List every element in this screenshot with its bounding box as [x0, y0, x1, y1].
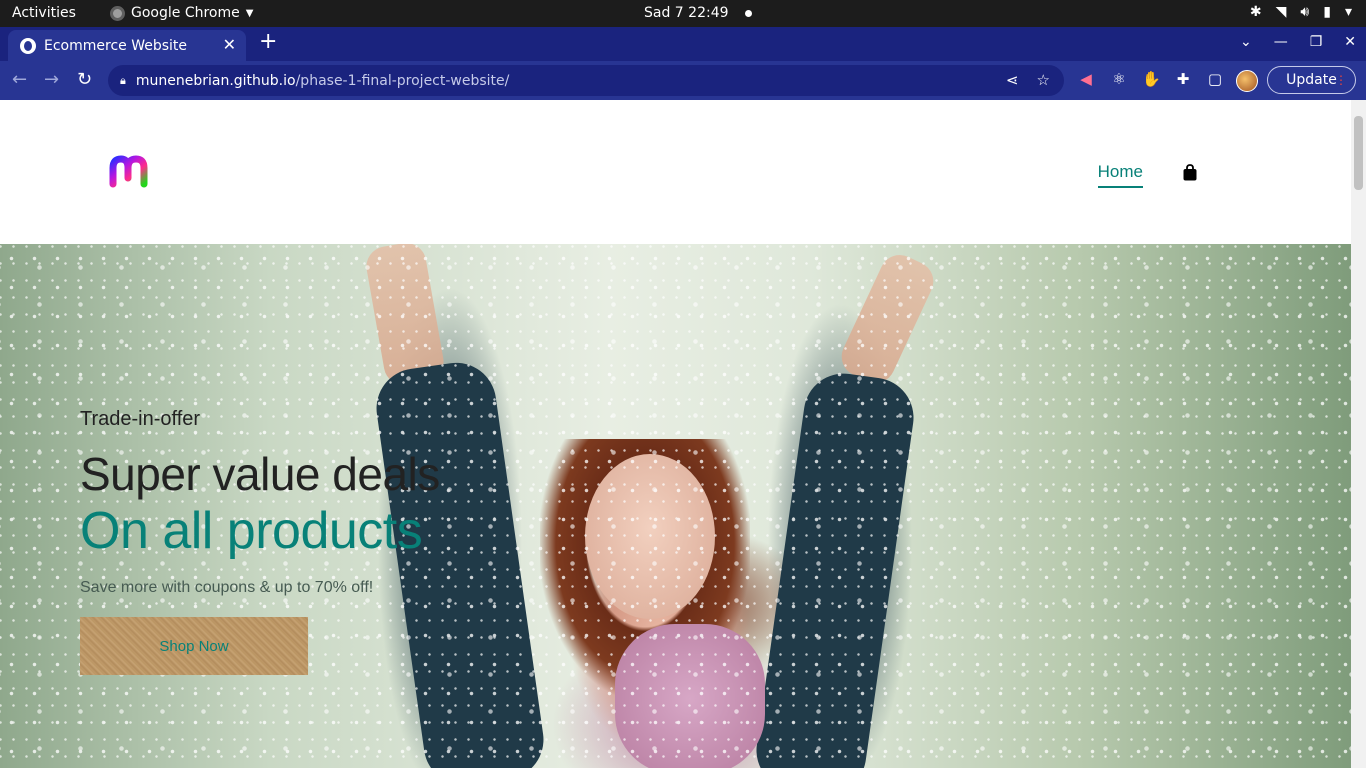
address-bar[interactable]: 🔒︎ munenebrian.github.io/phase-1-final-p…: [108, 65, 1064, 96]
extension-icon[interactable]: ◀: [1077, 70, 1095, 88]
back-icon[interactable]: ←: [12, 69, 27, 90]
stop-hand-icon[interactable]: ✋: [1142, 70, 1161, 88]
side-panel-icon[interactable]: ▢: [1206, 70, 1224, 88]
notification-dot-icon: [744, 9, 752, 17]
more-menu-icon[interactable]: ⋮: [1335, 73, 1347, 87]
app-menu[interactable]: Google Chrome ▼: [110, 5, 253, 21]
page-scrollbar[interactable]: [1351, 100, 1366, 768]
activities-button[interactable]: Activities: [12, 5, 76, 21]
hero-subtitle: Trade-in-offer: [80, 408, 201, 430]
update-button[interactable]: Update ⋮: [1267, 66, 1356, 94]
network-settings-icon[interactable]: ✱: [1250, 4, 1262, 20]
reload-icon[interactable]: ↻: [77, 69, 92, 90]
bookmark-star-icon[interactable]: ☆: [1037, 71, 1050, 89]
app-name: Google Chrome: [131, 5, 240, 21]
react-devtools-icon[interactable]: ⚛: [1110, 70, 1128, 88]
volume-icon: 🔊︎: [1300, 4, 1310, 20]
system-top-bar: Activities Google Chrome ▼ Sad 7 22:49 ✱…: [0, 0, 1366, 27]
new-tab-button[interactable]: +: [259, 31, 277, 53]
close-window-icon[interactable]: ✕: [1344, 34, 1356, 50]
window-controls: ⌄ — ❐ ✕: [1240, 34, 1356, 50]
tab-strip: Ecommerce Website ✕ + ⌄ — ❐ ✕: [0, 27, 1366, 61]
url-host: munenebrian.github.io: [135, 72, 296, 89]
hero-description: Save more with coupons & up to 70% off!: [80, 579, 374, 596]
puzzle-extensions-icon[interactable]: ✚: [1174, 70, 1192, 88]
hero-text: Trade-in-offer Super value deals On all …: [80, 408, 440, 675]
tab-ecommerce[interactable]: Ecommerce Website ✕: [8, 30, 246, 61]
update-label: Update: [1286, 72, 1337, 88]
omnibox-actions: ⋖ ☆: [1006, 71, 1050, 89]
m-logo-icon: [109, 155, 148, 188]
tab-search-icon[interactable]: ⌄: [1240, 34, 1252, 50]
clock[interactable]: Sad 7 22:49: [644, 5, 752, 21]
close-icon[interactable]: ✕: [223, 35, 236, 54]
shopping-bag-icon[interactable]: [1183, 163, 1197, 181]
nav-home-link[interactable]: Home: [1097, 162, 1144, 188]
site-nav: Home: [1097, 162, 1197, 188]
forward-icon[interactable]: →: [44, 69, 59, 90]
maximize-icon[interactable]: ❐: [1310, 34, 1323, 50]
minimize-icon[interactable]: —: [1274, 34, 1288, 50]
hero-headline: Super value deals: [80, 448, 440, 500]
browser-toolbar: ← → ↻ 🔒︎ munenebrian.github.io/phase-1-f…: [0, 61, 1366, 100]
site-logo[interactable]: [108, 154, 148, 192]
hero-section: Trade-in-offer Super value deals On all …: [0, 244, 1351, 768]
url-path: /phase-1-final-project-website/: [295, 72, 510, 89]
share-icon[interactable]: ⋖: [1006, 71, 1019, 89]
tab-title: Ecommerce Website: [44, 37, 188, 54]
lock-icon[interactable]: 🔒︎: [120, 74, 126, 88]
clock-text: Sad 7 22:49: [644, 5, 729, 21]
page-viewport: Home Trade-in-offer Super value deals On…: [0, 100, 1351, 768]
hero-highlight: On all products: [80, 502, 423, 560]
wifi-icon: ◥: [1275, 4, 1287, 20]
chrome-icon: [110, 5, 125, 21]
chevron-down-icon[interactable]: ▾: [1345, 4, 1352, 20]
chevron-down-icon: ▼: [245, 7, 254, 19]
site-header: Home: [0, 100, 1351, 244]
system-tray[interactable]: ✱ ◥ 🔊︎ ▮ ▾: [1250, 4, 1352, 20]
globe-icon: [20, 37, 36, 54]
shop-now-button[interactable]: Shop Now: [80, 617, 308, 675]
scrollbar-thumb[interactable]: [1354, 116, 1363, 190]
battery-icon: ▮: [1323, 4, 1331, 20]
profile-avatar[interactable]: [1236, 70, 1258, 92]
